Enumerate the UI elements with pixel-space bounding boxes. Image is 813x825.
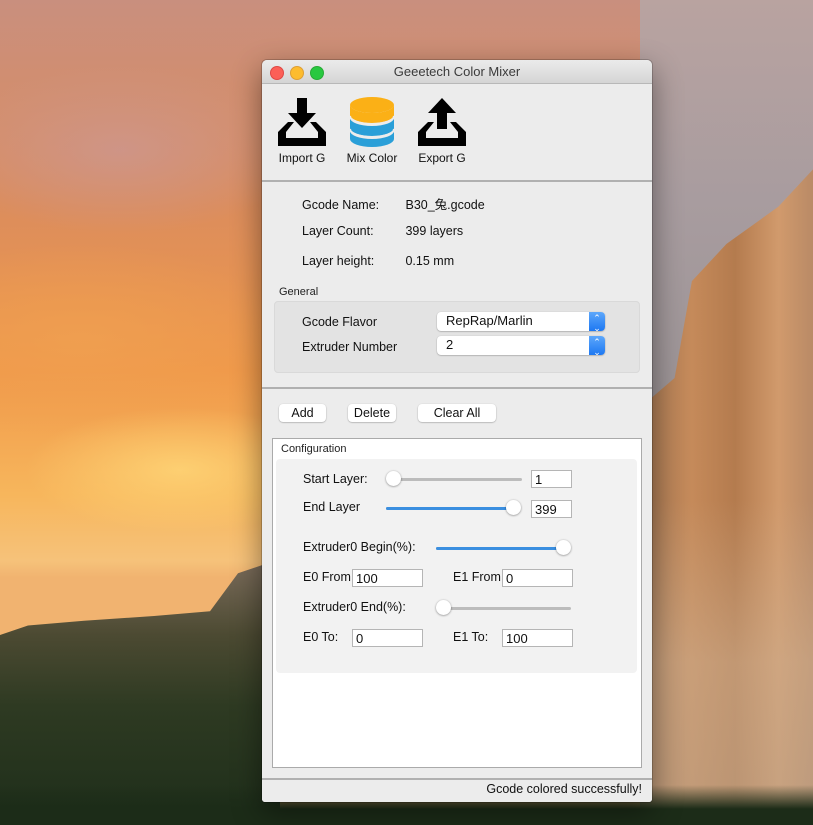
- clear-all-button[interactable]: Clear All: [418, 404, 496, 422]
- export-icon: [414, 96, 470, 148]
- import-gcode-button[interactable]: Import G: [272, 96, 332, 165]
- end-layer-slider[interactable]: [386, 500, 521, 516]
- import-label: Import G: [278, 151, 326, 165]
- extruder-number-select[interactable]: 2 ⌃ ⌄: [437, 336, 605, 357]
- import-icon: [274, 96, 330, 148]
- e0-to-input[interactable]: [352, 629, 423, 647]
- action-buttons: Add Delete Clear All: [262, 389, 652, 431]
- slider-knob[interactable]: [386, 471, 401, 486]
- status-bar: Gcode colored successfully!: [262, 778, 652, 802]
- desktop-wallpaper-mountain: [0, 559, 280, 825]
- slider-knob[interactable]: [506, 500, 521, 515]
- gcode-flavor-select[interactable]: RepRap/Marlin ⌃ ⌄: [437, 312, 605, 333]
- export-label: Export G: [418, 151, 466, 165]
- e1-from-input[interactable]: [502, 569, 573, 587]
- slider-track: [444, 607, 571, 610]
- gcode-info-panel: Gcode Name: B30_兔.gcode Layer Count: 399…: [262, 182, 652, 389]
- slider-knob[interactable]: [556, 540, 571, 555]
- slider-fill: [436, 547, 564, 550]
- window-title: Geeetech Color Mixer: [393, 64, 521, 79]
- configuration-section-label: Configuration: [281, 443, 347, 455]
- extruder0-end-label: Extruder0 End(%):: [303, 600, 406, 614]
- layer-height-row: Layer height: 0.15 mm: [302, 254, 454, 268]
- gcode-flavor-value: RepRap/Marlin: [446, 313, 533, 328]
- start-layer-input[interactable]: [531, 470, 572, 488]
- extruder-number-value: 2: [446, 337, 454, 352]
- start-layer-label: Start Layer:: [303, 472, 368, 486]
- select-stepper-icon: ⌃ ⌄: [589, 312, 605, 333]
- layer-count-label: Layer Count:: [302, 224, 374, 238]
- add-button[interactable]: Add: [279, 404, 326, 422]
- app-window: Geeetech Color Mixer Import G Mix Color …: [262, 60, 652, 802]
- extruder-number-label: Extruder Number: [302, 340, 398, 354]
- toolbar: Import G Mix Color Export G: [262, 84, 652, 182]
- configuration-group: Start Layer: End Layer Extruder0 Begin(%…: [276, 459, 637, 673]
- export-gcode-button[interactable]: Export G: [412, 96, 472, 165]
- delete-button[interactable]: Delete: [348, 404, 396, 422]
- desktop-wallpaper-cliff-lower: [640, 500, 813, 825]
- gcode-name-row: Gcode Name: B30_兔.gcode: [302, 194, 485, 213]
- gcode-name-label: Gcode Name:: [302, 198, 380, 212]
- e0-from-label: E0 From: [303, 570, 351, 584]
- e1-to-input[interactable]: [502, 629, 573, 647]
- general-section-label: General: [279, 286, 319, 298]
- mix-color-label: Mix Color: [346, 151, 398, 165]
- title-bar[interactable]: Geeetech Color Mixer: [262, 60, 652, 84]
- select-stepper-icon: ⌃ ⌄: [589, 336, 605, 357]
- start-layer-slider[interactable]: [386, 471, 522, 487]
- general-section: Gcode Flavor RepRap/Marlin ⌃ ⌄ Extruder N…: [274, 301, 640, 373]
- gcode-name-value: B30_兔.gcode: [405, 198, 485, 212]
- end-layer-input[interactable]: [531, 500, 572, 518]
- e1-from-label: E1 From:: [453, 570, 505, 584]
- layer-count-row: Layer Count: 399 layers: [302, 224, 463, 238]
- e0-to-label: E0 To:: [303, 630, 339, 644]
- database-stack-icon: [344, 96, 400, 148]
- e0-from-input[interactable]: [352, 569, 423, 587]
- layer-height-label: Layer height:: [302, 254, 375, 268]
- gcode-flavor-label: Gcode Flavor: [302, 315, 378, 329]
- extruder0-begin-slider[interactable]: [436, 540, 571, 556]
- slider-knob[interactable]: [436, 600, 451, 615]
- layer-height-value: 0.15 mm: [405, 254, 455, 268]
- status-message: Gcode colored successfully!: [486, 782, 642, 796]
- extruder0-begin-label: Extruder0 Begin(%):: [303, 540, 416, 554]
- extruder0-end-slider[interactable]: [436, 600, 571, 616]
- end-layer-label: End Layer: [303, 500, 360, 514]
- mix-color-button[interactable]: Mix Color: [340, 96, 404, 165]
- slider-fill: [386, 507, 514, 510]
- e1-to-label: E1 To:: [453, 630, 489, 644]
- slider-track: [394, 478, 522, 481]
- layer-count-value: 399 layers: [405, 224, 464, 238]
- configuration-panel: Configuration Start Layer: End Layer Ext…: [272, 438, 642, 768]
